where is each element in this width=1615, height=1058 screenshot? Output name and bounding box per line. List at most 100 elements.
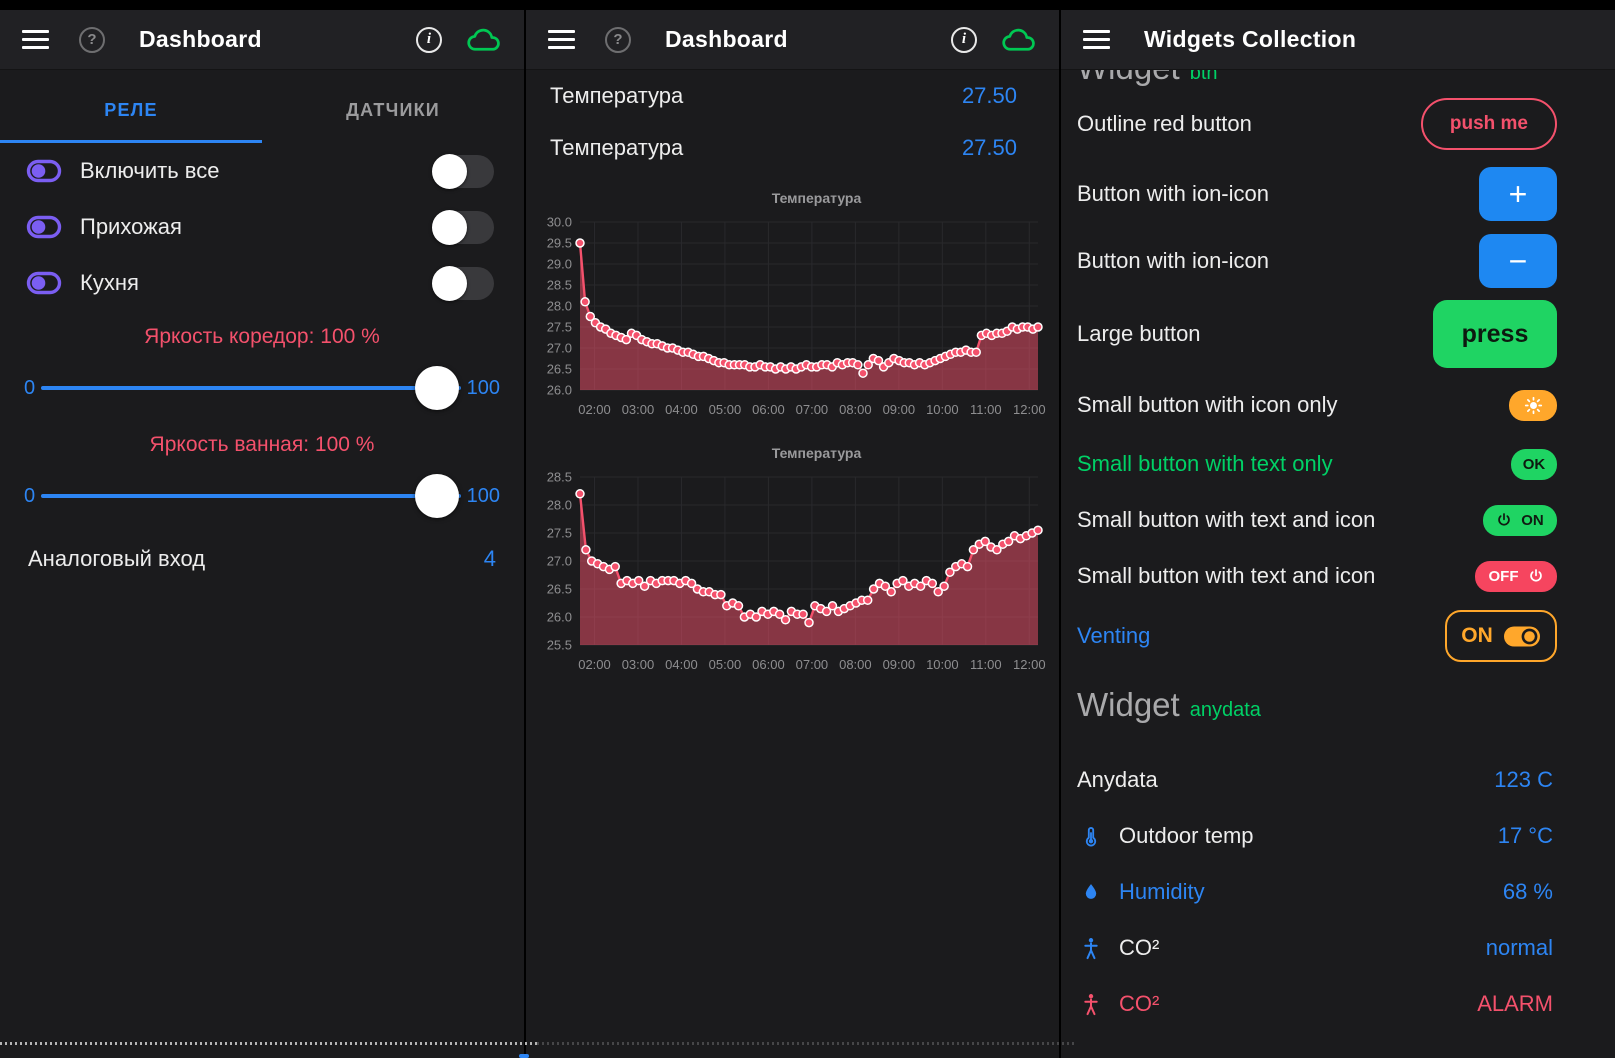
slider-knob[interactable] [415, 366, 459, 410]
slider-track[interactable] [41, 386, 461, 390]
widget-row-outline-red: Outline red button push me [1061, 88, 1615, 160]
temperature-label: Температура [550, 135, 683, 161]
tab-relays[interactable]: РЕЛЕ [0, 70, 262, 143]
info-label: Anydata [1077, 767, 1158, 793]
widget-row-icon-only: Small button with icon only [1061, 374, 1615, 436]
section-heading-suffix: anydata [1190, 699, 1261, 722]
temperature-chart-2: Температура 25.526.026.527.027.528.028.5… [526, 445, 1059, 684]
appbar-left: ? Dashboard i [0, 10, 524, 70]
info-row-outdoor-temp: Outdoor temp 17 °C [1061, 808, 1615, 864]
clipped-section-heading: Widget btn [1061, 70, 1615, 88]
svg-text:10:00: 10:00 [926, 657, 959, 672]
appbar-middle: ? Dashboard i [526, 10, 1059, 70]
sun-button[interactable] [1509, 390, 1557, 421]
svg-text:30.0: 30.0 [547, 215, 572, 230]
section-heading-title: Widget [1077, 686, 1180, 724]
widget-label: Venting [1077, 623, 1150, 649]
temperature-row: Температура 27.50 [526, 70, 1059, 122]
svg-text:03:00: 03:00 [622, 657, 655, 672]
svg-text:04:00: 04:00 [665, 657, 698, 672]
temperature-chart-1: Температура 26.026.527.027.528.028.529.0… [526, 190, 1059, 429]
svg-text:02:00: 02:00 [578, 657, 611, 672]
chart-title: Температура [534, 190, 1059, 206]
help-icon[interactable]: ? [605, 27, 631, 53]
info-icon[interactable]: i [951, 27, 977, 53]
venting-toggle-button[interactable]: ON [1445, 610, 1557, 662]
toggle-hallway[interactable] [432, 211, 494, 244]
info-value: ALARM [1477, 991, 1553, 1017]
menu-icon[interactable] [1083, 30, 1110, 49]
svg-text:28.5: 28.5 [547, 278, 572, 293]
svg-text:25.5: 25.5 [547, 638, 572, 653]
info-label: CO² [1119, 991, 1159, 1017]
svg-text:06:00: 06:00 [752, 657, 785, 672]
svg-text:03:00: 03:00 [622, 402, 655, 417]
app-root: ? Dashboard i РЕЛЕ ДАТЧИКИ Включить все [0, 0, 1615, 1058]
svg-text:12:00: 12:00 [1013, 402, 1046, 417]
svg-text:28.0: 28.0 [547, 299, 572, 314]
page-title: Dashboard [139, 26, 262, 53]
svg-text:07:00: 07:00 [796, 402, 829, 417]
temperature-chart-2-plot: 25.526.026.527.027.528.028.502:0003:0004… [534, 467, 1050, 679]
off-button[interactable]: OFF [1475, 561, 1557, 592]
info-label: Outdoor temp [1119, 823, 1254, 849]
menu-icon[interactable] [22, 30, 49, 49]
info-icon[interactable]: i [416, 27, 442, 53]
toggle-kitchen[interactable] [432, 267, 494, 300]
switch-label: Кухня [80, 270, 139, 296]
widget-row-minus: Button with ion-icon − [1061, 227, 1615, 294]
push-me-button[interactable]: push me [1421, 98, 1557, 150]
widget-row-venting: Venting ON [1061, 604, 1615, 668]
temperature-label: Температура [550, 83, 683, 109]
svg-text:26.0: 26.0 [547, 383, 572, 398]
svg-text:27.5: 27.5 [547, 320, 572, 335]
svg-text:29.0: 29.0 [547, 257, 572, 272]
info-row-co2-normal: CO² normal [1061, 920, 1615, 976]
dotted-divider-bright [0, 1042, 537, 1045]
minus-button[interactable]: − [1479, 234, 1557, 288]
widget-row-off-button: Small button with text and icon OFF [1061, 548, 1615, 604]
slider-knob[interactable] [415, 474, 459, 518]
analog-input-row: Аналоговый вход 4 [0, 531, 524, 587]
widget-label: Outline red button [1077, 111, 1252, 137]
switch-row-kitchen: Кухня [0, 255, 524, 311]
slider-bathroom: 0 100 [0, 465, 524, 527]
menu-icon[interactable] [548, 30, 575, 49]
widget-row-plus: Button with ion-icon + [1061, 160, 1615, 227]
panel-dashboard-relays: ? Dashboard i РЕЛЕ ДАТЧИКИ Включить все [0, 10, 524, 1058]
tab-sensors[interactable]: ДАТЧИКИ [262, 70, 524, 143]
widget-label: Small button with text only [1077, 451, 1333, 477]
info-row-humidity: Humidity 68 % [1061, 864, 1615, 920]
widget-label: Button with ion-icon [1077, 181, 1269, 207]
slider-caption-bathroom: Яркость ванная: 100 % [0, 433, 524, 465]
thermometer-icon [1080, 824, 1102, 848]
help-icon[interactable]: ? [79, 27, 105, 53]
svg-text:28.5: 28.5 [547, 470, 572, 485]
section-heading-anydata: Widget anydata [1061, 686, 1615, 738]
svg-text:09:00: 09:00 [883, 657, 916, 672]
slider-min: 0 [24, 377, 35, 400]
toggle-all[interactable] [432, 155, 494, 188]
svg-text:07:00: 07:00 [796, 657, 829, 672]
page-title: Dashboard [665, 26, 788, 53]
cloud-connected-icon[interactable] [1001, 26, 1037, 53]
switch-row-hallway: Прихожая [0, 199, 524, 255]
info-label: Humidity [1119, 879, 1205, 905]
svg-text:27.5: 27.5 [547, 526, 572, 541]
press-button[interactable]: press [1433, 300, 1557, 368]
cloud-connected-icon[interactable] [466, 26, 502, 53]
svg-text:08:00: 08:00 [839, 402, 872, 417]
slider-max: 100 [467, 377, 500, 400]
chart-title: Температура [534, 445, 1059, 461]
clipped-heading-suffix: btn [1190, 70, 1218, 84]
power-icon [1528, 568, 1544, 584]
clipped-heading-title: Widget [1077, 70, 1180, 86]
dotted-divider-dim [537, 1042, 1075, 1045]
plus-button[interactable]: + [1479, 167, 1557, 221]
switch-label: Включить все [80, 158, 219, 184]
analog-input-label: Аналоговый вход [28, 546, 205, 572]
ok-button[interactable]: OK [1511, 449, 1557, 480]
slider-track[interactable] [41, 494, 461, 498]
svg-text:05:00: 05:00 [709, 657, 742, 672]
on-button[interactable]: ON [1483, 505, 1557, 536]
